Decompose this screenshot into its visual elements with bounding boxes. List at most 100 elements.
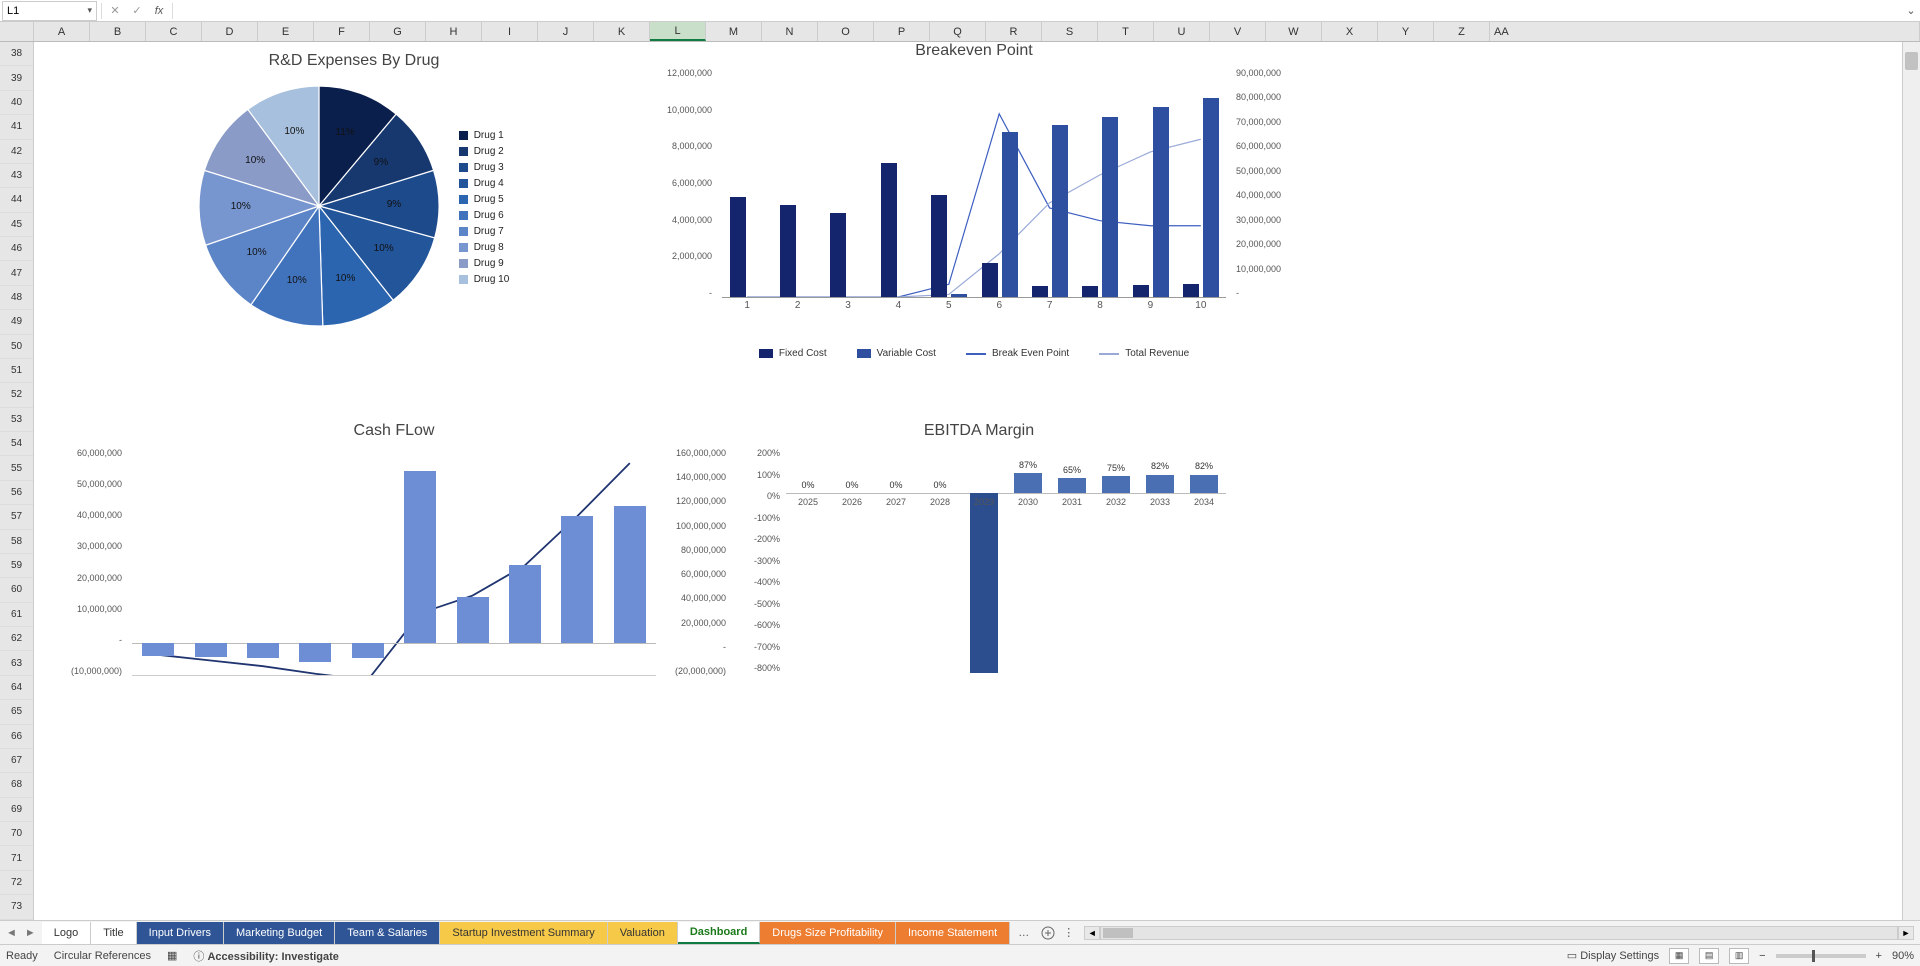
row-header-71[interactable]: 71 [0,846,33,870]
row-header-63[interactable]: 63 [0,651,33,675]
row-header-44[interactable]: 44 [0,188,33,212]
row-header-45[interactable]: 45 [0,213,33,237]
formula-input[interactable] [175,1,1902,21]
column-header-F[interactable]: F [314,22,370,41]
sheet-tab-valuation[interactable]: Valuation [608,922,678,944]
tab-nav-prev-button[interactable]: ◄ [6,927,17,939]
row-header-53[interactable]: 53 [0,408,33,432]
expand-formula-bar-button[interactable]: ⌄ [1902,4,1920,17]
tab-add-button[interactable] [1037,926,1059,940]
column-header-Z[interactable]: Z [1434,22,1490,41]
column-header-A[interactable]: A [34,22,90,41]
zoom-slider[interactable] [1776,954,1866,958]
horizontal-scrollbar[interactable]: ◄ ► [1084,926,1914,940]
column-header-J[interactable]: J [538,22,594,41]
status-circular-refs[interactable]: Circular References [54,950,151,962]
zoom-percent[interactable]: 90% [1892,950,1914,962]
column-header-Q[interactable]: Q [930,22,986,41]
scroll-thumb[interactable] [1905,52,1918,70]
row-header-50[interactable]: 50 [0,335,33,359]
row-header-70[interactable]: 70 [0,822,33,846]
vertical-scrollbar[interactable] [1902,42,1920,920]
view-page-layout-button[interactable]: ▤ [1699,948,1719,964]
row-header-42[interactable]: 42 [0,140,33,164]
column-header-L[interactable]: L [650,22,706,41]
row-header-58[interactable]: 58 [0,530,33,554]
sheet-tab-marketing-budget[interactable]: Marketing Budget [224,922,335,944]
row-header-62[interactable]: 62 [0,627,33,651]
row-header-65[interactable]: 65 [0,700,33,724]
row-header-61[interactable]: 61 [0,603,33,627]
view-normal-button[interactable]: ▦ [1669,948,1689,964]
column-header-M[interactable]: M [706,22,762,41]
column-header-E[interactable]: E [258,22,314,41]
row-header-69[interactable]: 69 [0,798,33,822]
zoom-in-button[interactable]: + [1876,950,1882,962]
column-header-K[interactable]: K [594,22,650,41]
column-header-T[interactable]: T [1098,22,1154,41]
column-header-W[interactable]: W [1266,22,1322,41]
tab-nav-next-button[interactable]: ► [25,927,36,939]
column-header-C[interactable]: C [146,22,202,41]
select-all-corner[interactable] [0,22,34,41]
sheet-tab-income-statement[interactable]: Income Statement [896,922,1010,944]
sheet-tab-drugs-size-profitability[interactable]: Drugs Size Profitability [760,922,896,944]
row-header-59[interactable]: 59 [0,554,33,578]
column-header-N[interactable]: N [762,22,818,41]
tab-menu-button[interactable]: ⋮ [1059,926,1078,939]
column-header-AA[interactable]: AA [1490,22,1920,41]
accept-formula-button[interactable]: ✓ [126,1,148,21]
sheet-tab-startup-investment-summary[interactable]: Startup Investment Summary [440,922,607,944]
chart-rd-expenses-pie[interactable]: R&D Expenses By Drug 11%9%9%10%10%10%10%… [69,52,639,372]
hscroll-track[interactable] [1100,926,1898,940]
zoom-thumb[interactable] [1812,950,1815,962]
column-header-U[interactable]: U [1154,22,1210,41]
zoom-out-button[interactable]: − [1759,950,1765,962]
column-header-D[interactable]: D [202,22,258,41]
row-header-60[interactable]: 60 [0,578,33,602]
row-header-66[interactable]: 66 [0,725,33,749]
column-header-R[interactable]: R [986,22,1042,41]
row-header-48[interactable]: 48 [0,286,33,310]
display-settings-button[interactable]: ▭ Display Settings [1567,949,1659,962]
column-header-P[interactable]: P [874,22,930,41]
row-header-68[interactable]: 68 [0,773,33,797]
sheet-tab-team-salaries[interactable]: Team & Salaries [335,922,440,944]
row-header-38[interactable]: 38 [0,42,33,66]
accessibility-button[interactable]: ⓘ Accessibility: Investigate [193,948,339,964]
row-header-49[interactable]: 49 [0,310,33,334]
name-box[interactable]: L1 ▾ [2,1,97,21]
row-header-64[interactable]: 64 [0,676,33,700]
cancel-formula-button[interactable]: ✕ [104,1,126,21]
chart-ebitda-margin[interactable]: EBITDA Margin 200%100%0%-100%-200%-300%-… [724,422,1234,722]
row-header-51[interactable]: 51 [0,359,33,383]
tab-more-button[interactable]: … [1010,927,1037,939]
sheet-tab-logo[interactable]: Logo [42,922,91,944]
row-header-47[interactable]: 47 [0,261,33,285]
column-header-I[interactable]: I [482,22,538,41]
column-header-X[interactable]: X [1322,22,1378,41]
chart-cash-flow[interactable]: Cash FLow 60,000,00050,000,00040,000,000… [54,422,734,722]
column-header-Y[interactable]: Y [1378,22,1434,41]
row-header-67[interactable]: 67 [0,749,33,773]
sheet-tab-title[interactable]: Title [91,922,136,944]
sheet-canvas[interactable]: R&D Expenses By Drug 11%9%9%10%10%10%10%… [34,42,1902,920]
column-header-G[interactable]: G [370,22,426,41]
chart-breakeven[interactable]: Breakeven Point 12,000,00010,000,0008,00… [644,42,1304,392]
row-header-43[interactable]: 43 [0,164,33,188]
hscroll-right-button[interactable]: ► [1898,926,1914,940]
macro-record-icon[interactable]: ▦ [167,949,177,962]
row-header-41[interactable]: 41 [0,115,33,139]
hscroll-thumb[interactable] [1103,928,1133,938]
row-header-73[interactable]: 73 [0,895,33,919]
row-header-56[interactable]: 56 [0,481,33,505]
sheet-tab-dashboard[interactable]: Dashboard [678,922,760,944]
row-header-57[interactable]: 57 [0,505,33,529]
column-header-O[interactable]: O [818,22,874,41]
column-header-B[interactable]: B [90,22,146,41]
row-header-72[interactable]: 72 [0,871,33,895]
row-header-40[interactable]: 40 [0,91,33,115]
row-header-39[interactable]: 39 [0,66,33,90]
column-header-V[interactable]: V [1210,22,1266,41]
row-header-46[interactable]: 46 [0,237,33,261]
